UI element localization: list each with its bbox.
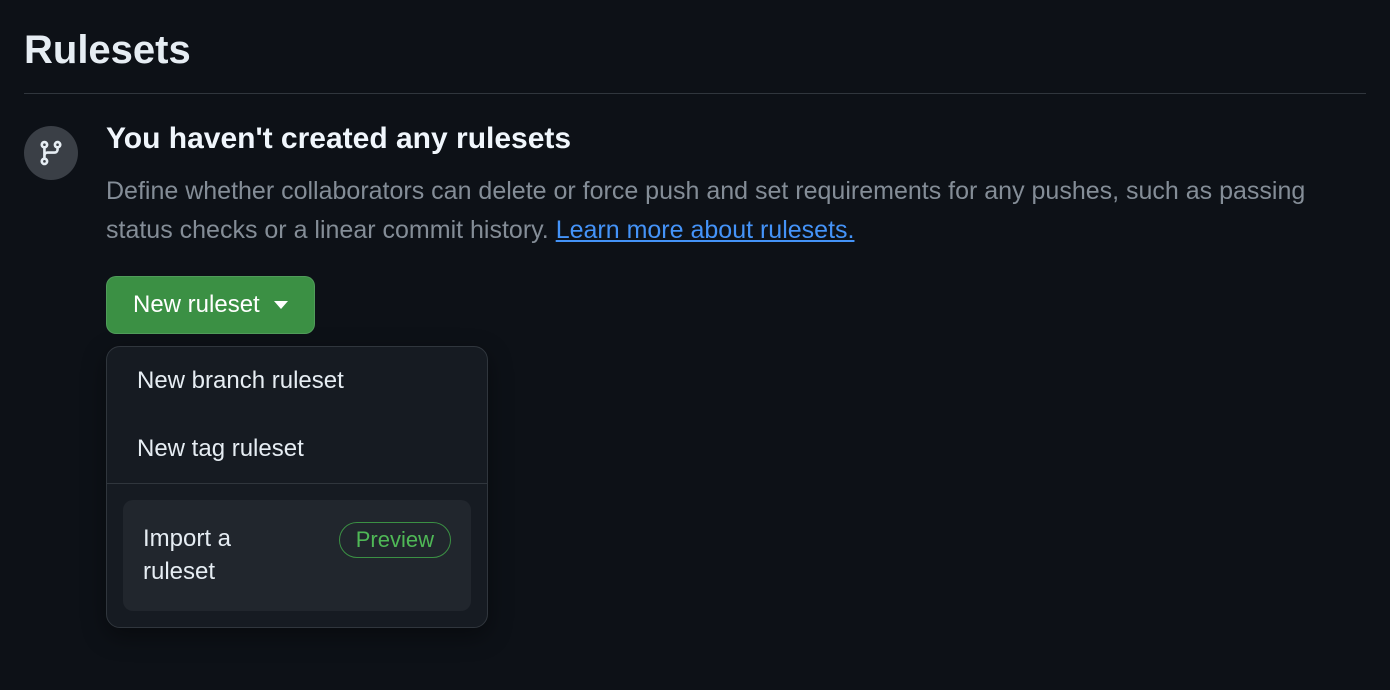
empty-heading: You haven't created any rulesets — [106, 122, 1366, 156]
new-ruleset-label: New ruleset — [133, 291, 260, 319]
menu-item-label: New branch ruleset — [137, 367, 344, 395]
empty-state: You haven't created any rulesets Define … — [24, 122, 1366, 628]
branch-icon — [24, 126, 78, 180]
learn-more-link[interactable]: Learn more about rulesets. — [556, 216, 855, 244]
caret-down-icon — [274, 301, 288, 309]
page-title: Rulesets — [24, 28, 1366, 93]
menu-item-import-ruleset[interactable]: Import a ruleset Preview — [123, 500, 471, 611]
title-divider — [24, 93, 1366, 94]
new-ruleset-menu: New branch ruleset New tag ruleset Impor… — [106, 346, 488, 628]
menu-item-tag-ruleset[interactable]: New tag ruleset — [107, 415, 487, 483]
menu-item-branch-ruleset[interactable]: New branch ruleset — [107, 347, 487, 415]
empty-description: Define whether collaborators can delete … — [106, 172, 1306, 250]
menu-item-label: Import a ruleset — [143, 522, 293, 589]
new-ruleset-button[interactable]: New ruleset — [106, 276, 315, 334]
menu-item-label: New tag ruleset — [137, 435, 304, 463]
preview-badge: Preview — [339, 522, 451, 558]
